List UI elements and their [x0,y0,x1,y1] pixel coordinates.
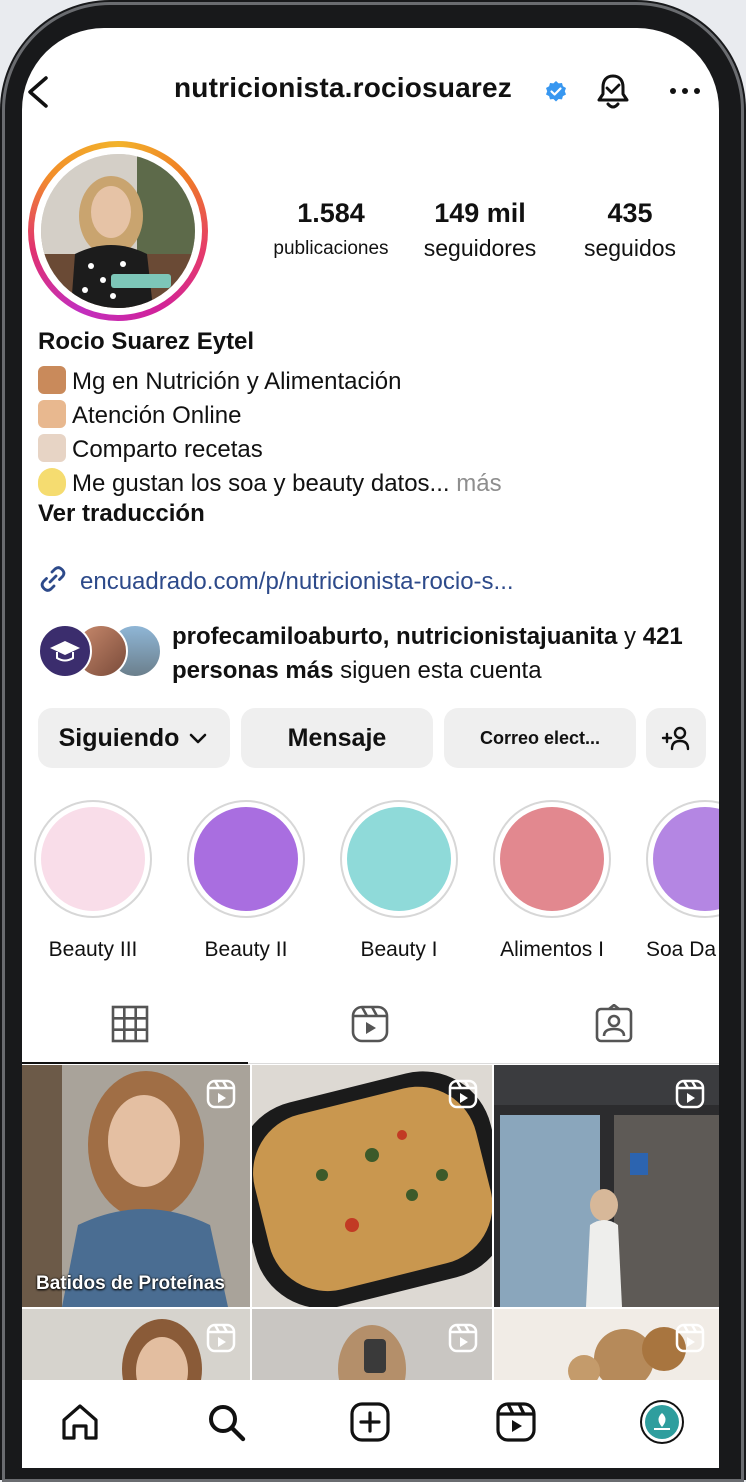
post-tile[interactable] [252,1065,492,1307]
profile-logo-icon [645,1405,679,1439]
highlight-label: Beauty III [48,938,138,961]
notification-bell-icon[interactable] [594,72,632,112]
highlight-cover [500,807,604,911]
profile-avatar [41,154,195,308]
post-tile[interactable] [252,1309,492,1389]
bio-more-link[interactable]: más [456,470,501,497]
following-button-label: Siguiendo [58,723,180,752]
graduation-cap-icon [50,641,80,662]
bio-website-link[interactable]: encuadrado.com/p/nutricionista-rocio-s..… [38,564,514,596]
verified-badge-icon [546,81,566,102]
email-button-label: Correo elect... [479,727,601,748]
highlight-label: Soa Da [646,938,717,961]
highlight-beauty-ii[interactable]: Beauty II [187,800,305,962]
highlight-ring [493,800,611,918]
reel-indicator-icon [448,1079,478,1109]
more-options-icon[interactable] [667,76,703,106]
reel-indicator-icon [675,1323,705,1353]
reels-nav-icon[interactable] [494,1400,538,1444]
post-tile[interactable] [494,1065,719,1307]
chevron-down-icon [190,733,207,744]
highlight-cover [194,807,298,911]
highlight-cover [41,807,145,911]
search-icon[interactable] [204,1400,248,1444]
highlight-label: Alimentos I [500,938,604,961]
reel-indicator-icon [675,1079,705,1109]
highlight-ring [187,800,305,918]
suggest-people-button[interactable] [646,708,706,768]
following-stat[interactable]: 435 seguidos [570,198,690,262]
home-icon[interactable] [58,1400,102,1444]
followers-stat[interactable]: 149 mil seguidores [410,198,550,262]
highlight-soa-da[interactable]: Soa Da [646,800,719,962]
bio-line-3: Comparto recetas [38,434,263,464]
highlight-ring [340,800,458,918]
email-button[interactable]: Correo elect... [444,708,636,768]
highlight-label: Beauty II [204,938,288,961]
profile-full-name: Rocio Suarez Eytel [38,328,255,355]
highlight-beauty-iii[interactable]: Beauty III [34,800,152,962]
bio-line-2: Atención Online [38,400,241,430]
following-button[interactable]: Siguiendo [38,708,230,768]
link-icon [40,566,66,592]
message-button[interactable]: Mensaje [241,708,433,768]
laptop-emoji-icon [38,400,66,428]
highlight-alimentos-i[interactable]: Alimentos I [493,800,611,962]
bio-line-1: Mg en Nutrición y Alimentación [38,366,401,396]
following-label: seguidos [583,235,677,261]
posts-label: publicaciones [273,238,389,259]
grid-icon[interactable] [110,1004,150,1044]
post-tile[interactable]: Batidos de Proteínas [22,1065,250,1307]
reel-indicator-icon [206,1079,236,1109]
profile-username: nutricionista.rociosuarez [174,72,512,103]
active-tab-indicator [22,1062,248,1064]
bio-line-text: Atención Online [72,402,242,429]
post-tile[interactable] [494,1309,719,1389]
profile-avatar-icon[interactable] [640,1400,684,1444]
top-bar: nutricionista.rociosuarez [22,28,719,158]
avatar-border [34,147,202,315]
graduate-emoji-icon [38,366,66,394]
mutual-followers-avatars[interactable] [38,624,162,678]
website-url: encuadrado.com/p/nutricionista-rocio-s..… [80,568,514,595]
mutual-suffix: siguen esta cuenta [333,657,542,684]
profile-avatar-story-ring[interactable] [28,141,208,321]
profile-screen: nutricionista.rociosuarez 1.584 publicac… [22,28,719,1468]
mutual-avatar [38,624,92,678]
create-icon[interactable] [348,1400,392,1444]
highlight-cover [347,807,451,911]
reel-indicator-icon [206,1323,236,1353]
bio-line-text: Comparto recetas [72,436,263,463]
message-button-label: Mensaje [287,723,387,752]
mutual-followers-text[interactable]: profecamiloaburto, nutricionistajuanita … [172,620,712,688]
highlight-label: Beauty I [360,938,438,961]
posts-stat[interactable]: 1.584 publicaciones [266,198,396,260]
tagged-icon[interactable] [594,1004,634,1044]
reel-indicator-icon [448,1323,478,1353]
bio-line-text: Me gustan los soa y beauty datos... [72,470,450,497]
posts-count: 1.584 [297,198,365,228]
avatar-portrait [41,154,195,308]
chef-emoji-icon [38,434,66,462]
see-translation-link[interactable]: Ver traducción [38,500,205,528]
add-person-icon [661,726,690,751]
bottom-navigation [22,1380,719,1468]
highlight-beauty-i[interactable]: Beauty I [340,800,458,962]
mutual-follower-names: profecamiloaburto, nutricionistajuanita [172,623,618,650]
highlight-cover [653,807,719,911]
highlight-ring [646,800,719,918]
bio-line-4: Me gustan los soa y beauty datos... más [38,468,502,498]
highlight-ring [34,800,152,918]
reels-icon[interactable] [350,1004,390,1044]
following-count: 435 [607,198,653,228]
followers-count: 149 mil [434,198,526,228]
bio-line-text: Mg en Nutrición y Alimentación [72,368,402,395]
followers-label: seguidores [423,235,537,261]
post-caption: Batidos de Proteínas [36,1273,225,1294]
back-arrow-icon[interactable] [24,72,60,112]
post-tile[interactable] [22,1309,250,1389]
lightbulb-emoji-icon [38,468,66,496]
mutual-connector: y [617,623,643,650]
